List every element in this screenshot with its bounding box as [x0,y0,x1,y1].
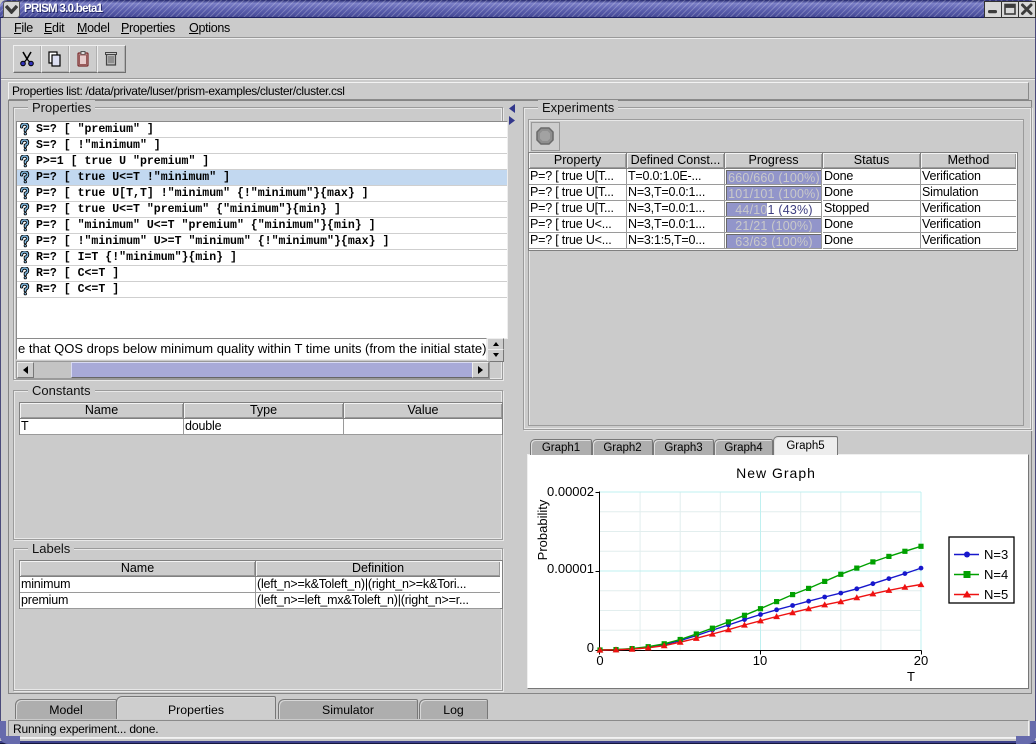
svg-text:N=3: N=3 [984,547,1008,562]
svg-text:0.00001: 0.00001 [547,561,594,576]
svg-text:10: 10 [753,653,767,668]
svg-text:Probability: Probability [535,499,550,560]
svg-text:0: 0 [596,653,603,668]
svg-text:N=4: N=4 [984,567,1008,582]
svg-text:N=5: N=5 [984,587,1008,602]
svg-text:20: 20 [914,653,928,668]
svg-text:New Graph: New Graph [736,465,816,481]
svg-text:0.00002: 0.00002 [547,484,594,499]
svg-text:T: T [907,669,915,684]
svg-text:0: 0 [587,640,594,655]
